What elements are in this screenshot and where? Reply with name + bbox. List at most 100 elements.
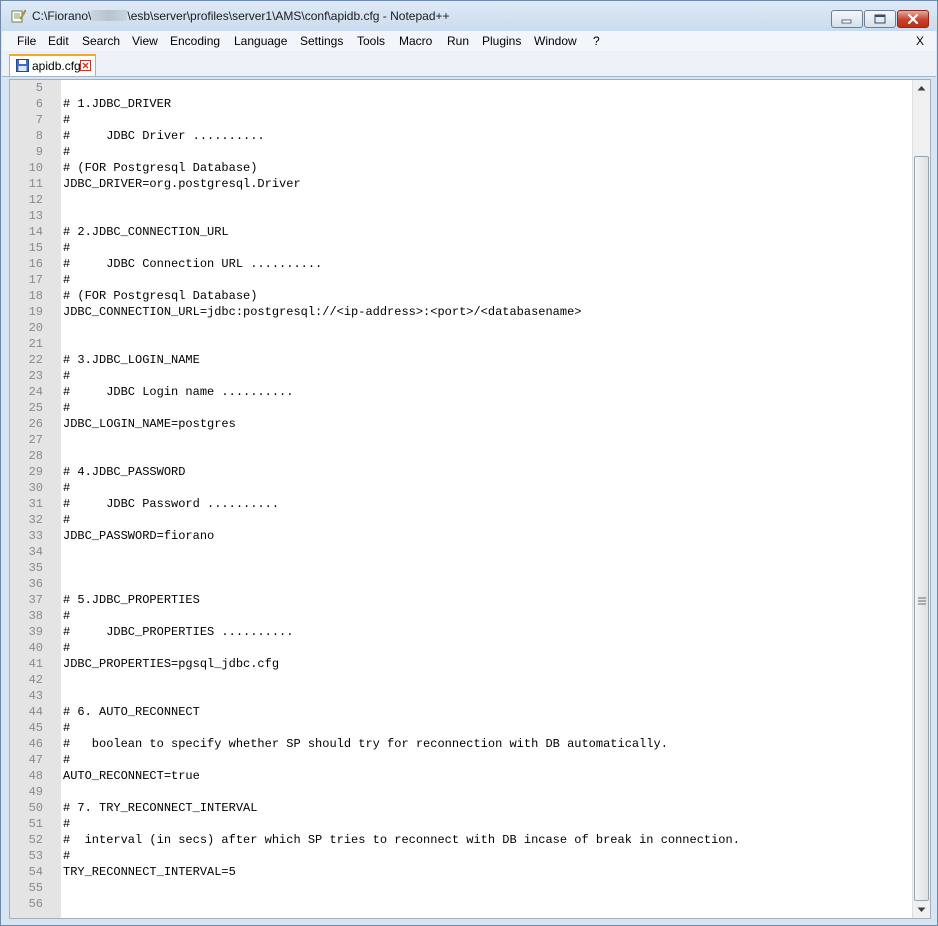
line-text[interactable]: # xyxy=(63,816,70,832)
line-text[interactable]: # xyxy=(63,720,70,736)
code-line[interactable]: 40 # xyxy=(10,640,912,656)
code-line[interactable]: 54 TRY_RECONNECT_INTERVAL=5 xyxy=(10,864,912,880)
code-line[interactable]: 15 # xyxy=(10,240,912,256)
code-line[interactable]: 18 # (FOR Postgresql Database) xyxy=(10,288,912,304)
code-line[interactable]: 46 # boolean to specify whether SP should… xyxy=(10,736,912,752)
line-text[interactable]: # (FOR Postgresql Database) xyxy=(63,160,257,176)
code-line[interactable]: 26 JDBC_LOGIN_NAME=postgres xyxy=(10,416,912,432)
tab-close-icon[interactable] xyxy=(80,60,91,71)
line-text[interactable]: # JDBC Login name .......... xyxy=(63,384,293,400)
line-text[interactable]: # xyxy=(63,480,70,496)
line-text[interactable]: # JDBC Driver .......... xyxy=(63,128,265,144)
text-editor[interactable]: 5 6 # 1.JDBC_DRIVER 7 #8 # JDBC Driver ......… xyxy=(9,79,931,919)
close-document-button[interactable]: X xyxy=(916,34,924,48)
line-text[interactable]: # 6. AUTO_RECONNECT xyxy=(63,704,200,720)
code-line[interactable]: 55 xyxy=(10,880,912,896)
code-line[interactable]: 37 # 5.JDBC_PROPERTIES xyxy=(10,592,912,608)
code-line[interactable]: 12 xyxy=(10,192,912,208)
code-line[interactable]: 24 # JDBC Login name .......... xyxy=(10,384,912,400)
line-text[interactable]: # 3.JDBC_LOGIN_NAME xyxy=(63,352,200,368)
line-text[interactable]: # 2.JDBC_CONNECTION_URL xyxy=(63,224,229,240)
code-line[interactable]: 29 # 4.JDBC_PASSWORD xyxy=(10,464,912,480)
code-line[interactable]: 35 xyxy=(10,560,912,576)
maximize-button[interactable] xyxy=(864,10,896,28)
menu-macro[interactable]: Macro xyxy=(399,34,432,48)
code-line[interactable]: 27 xyxy=(10,432,912,448)
line-text[interactable]: JDBC_DRIVER=org.postgresql.Driver xyxy=(63,176,301,192)
code-line[interactable]: 21 xyxy=(10,336,912,352)
menu-view[interactable]: View xyxy=(132,34,158,48)
line-text[interactable]: JDBC_CONNECTION_URL=jdbc:postgresql://<i… xyxy=(63,304,581,320)
code-line[interactable]: 31 # JDBC Password .......... xyxy=(10,496,912,512)
code-line[interactable]: 17 # xyxy=(10,272,912,288)
line-text[interactable]: # 5.JDBC_PROPERTIES xyxy=(63,592,200,608)
line-text[interactable]: # xyxy=(63,400,70,416)
menu-settings[interactable]: Settings xyxy=(300,34,343,48)
code-line[interactable]: 8 # JDBC Driver .......... xyxy=(10,128,912,144)
code-line[interactable]: 36 xyxy=(10,576,912,592)
menu-encoding[interactable]: Encoding xyxy=(170,34,220,48)
code-line[interactable]: 7 # xyxy=(10,112,912,128)
menu-window[interactable]: Window xyxy=(534,34,577,48)
code-line[interactable]: 10 # (FOR Postgresql Database) xyxy=(10,160,912,176)
line-text[interactable]: # (FOR Postgresql Database) xyxy=(63,288,257,304)
code-line[interactable]: 45 # xyxy=(10,720,912,736)
vertical-scrollbar[interactable] xyxy=(912,80,930,918)
code-line[interactable]: 39 # JDBC_PROPERTIES .......... xyxy=(10,624,912,640)
code-line[interactable]: 25 # xyxy=(10,400,912,416)
code-line[interactable]: 11 JDBC_DRIVER=org.postgresql.Driver xyxy=(10,176,912,192)
code-line[interactable]: 14 # 2.JDBC_CONNECTION_URL xyxy=(10,224,912,240)
code-line[interactable]: 32 # xyxy=(10,512,912,528)
line-text[interactable]: # xyxy=(63,240,70,256)
line-text[interactable]: # xyxy=(63,368,70,384)
code-line[interactable]: 56 xyxy=(10,896,912,912)
line-text[interactable]: # JDBC Password .......... xyxy=(63,496,279,512)
menu-tools[interactable]: Tools xyxy=(357,34,385,48)
code-line[interactable]: 5 xyxy=(10,80,912,96)
scrollbar-thumb[interactable] xyxy=(914,156,929,901)
menu-language[interactable]: Language xyxy=(234,34,287,48)
code-line[interactable]: 48 AUTO_RECONNECT=true xyxy=(10,768,912,784)
code-line[interactable]: 41 JDBC_PROPERTIES=pgsql_jdbc.cfg xyxy=(10,656,912,672)
code-line[interactable]: 50 # 7. TRY_RECONNECT_INTERVAL xyxy=(10,800,912,816)
line-text[interactable]: # xyxy=(63,112,70,128)
line-text[interactable]: # 4.JDBC_PASSWORD xyxy=(63,464,185,480)
line-text[interactable]: # JDBC_PROPERTIES .......... xyxy=(63,624,293,640)
line-text[interactable]: # 7. TRY_RECONNECT_INTERVAL xyxy=(63,800,257,816)
menu-plugins[interactable]: Plugins xyxy=(482,34,521,48)
line-text[interactable]: JDBC_PASSWORD=fiorano xyxy=(63,528,214,544)
title-bar[interactable]: C:\Fiorano\ \esb\server\profiles\server1\… xyxy=(1,1,937,31)
line-text[interactable]: JDBC_LOGIN_NAME=postgres xyxy=(63,416,236,432)
minimize-button[interactable] xyxy=(831,10,863,28)
code-line[interactable]: 9 # xyxy=(10,144,912,160)
code-line[interactable]: 30 # xyxy=(10,480,912,496)
code-line[interactable]: 16 # JDBC Connection URL .......... xyxy=(10,256,912,272)
code-line[interactable]: 19 JDBC_CONNECTION_URL=jdbc:postgresql://… xyxy=(10,304,912,320)
tab-apidb-cfg[interactable]: apidb.cfg xyxy=(9,54,96,76)
line-text[interactable]: # xyxy=(63,144,70,160)
menu-run[interactable]: Run xyxy=(447,34,469,48)
line-text[interactable]: # xyxy=(63,640,70,656)
code-line[interactable]: 51 # xyxy=(10,816,912,832)
line-text[interactable]: # JDBC Connection URL .......... xyxy=(63,256,322,272)
code-line[interactable]: 28 xyxy=(10,448,912,464)
code-line[interactable]: 47 # xyxy=(10,752,912,768)
menu-help[interactable]: ? xyxy=(593,34,600,48)
code-line[interactable]: 44 # 6. AUTO_RECONNECT xyxy=(10,704,912,720)
code-line[interactable]: 52 # interval (in secs) after which SP tr… xyxy=(10,832,912,848)
code-line[interactable]: 49 xyxy=(10,784,912,800)
code-line[interactable]: 13 xyxy=(10,208,912,224)
line-text[interactable]: # boolean to specify whether SP should t… xyxy=(63,736,668,752)
arrow-up-icon[interactable] xyxy=(917,85,926,91)
code-line[interactable]: 42 xyxy=(10,672,912,688)
line-text[interactable]: # 1.JDBC_DRIVER xyxy=(63,96,171,112)
code-line[interactable]: 33 JDBC_PASSWORD=fiorano xyxy=(10,528,912,544)
code-line[interactable]: 20 xyxy=(10,320,912,336)
line-text[interactable]: # xyxy=(63,272,70,288)
close-button[interactable] xyxy=(897,10,929,28)
code-line[interactable]: 38 # xyxy=(10,608,912,624)
menu-edit[interactable]: Edit xyxy=(48,34,69,48)
line-text[interactable]: # xyxy=(63,512,70,528)
line-text[interactable]: # xyxy=(63,752,70,768)
menu-search[interactable]: Search xyxy=(82,34,120,48)
